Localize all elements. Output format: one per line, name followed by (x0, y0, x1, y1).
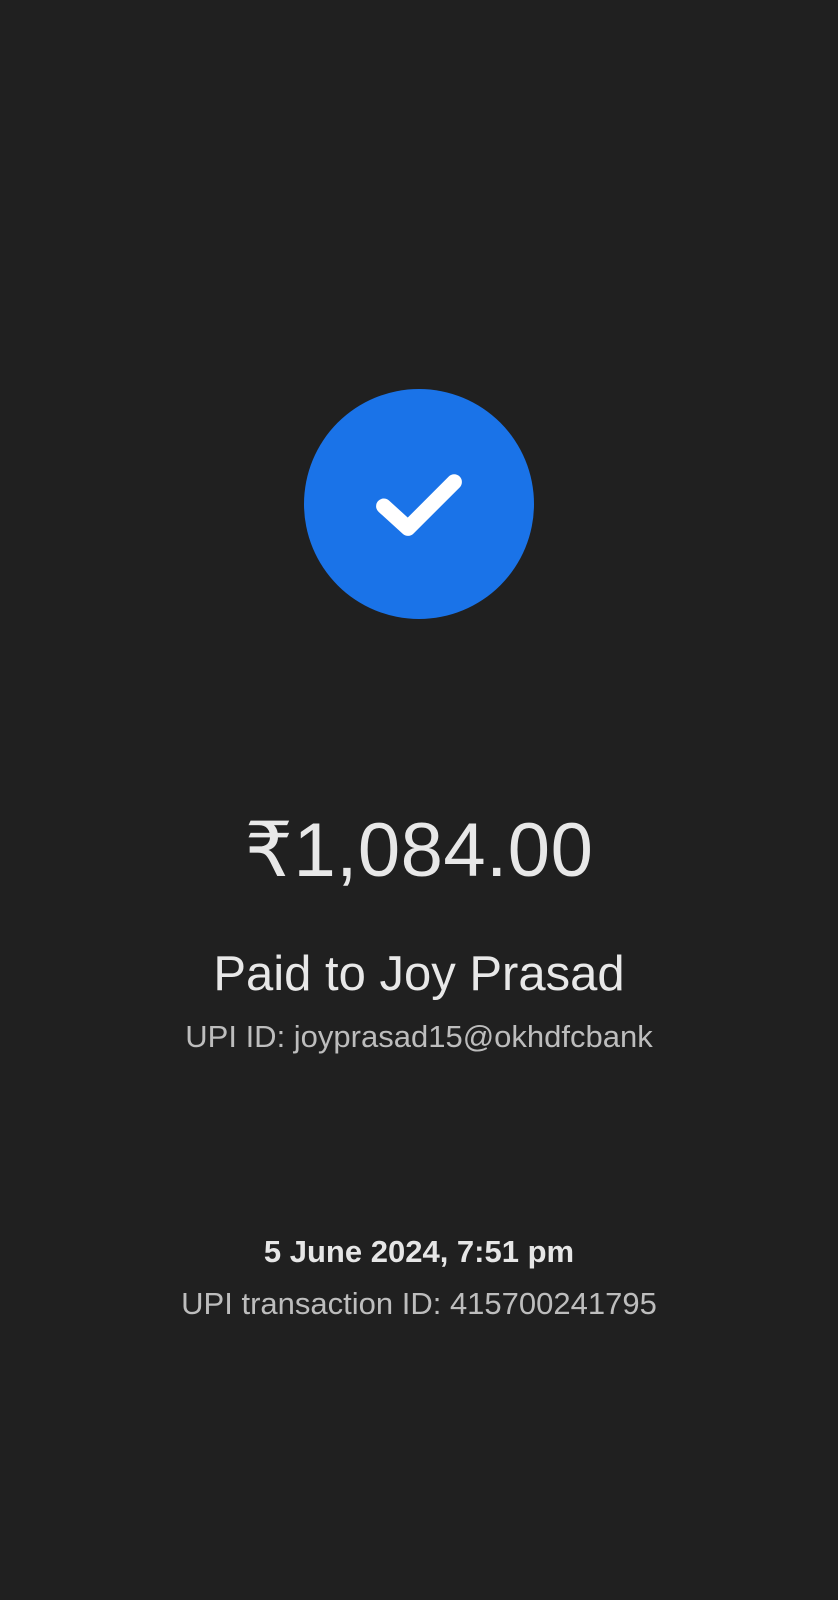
upi-transaction-id: UPI transaction ID: 415700241795 (181, 1286, 657, 1321)
payee-upi-id: UPI ID: joyprasad15@okhdfcbank (185, 1019, 653, 1054)
payment-amount: ₹1,084.00 (244, 808, 594, 893)
payment-success-screen: ₹1,084.00 Paid to Joy Prasad UPI ID: joy… (0, 0, 838, 1600)
payee-name: Paid to Joy Prasad (213, 947, 625, 1001)
transaction-datetime: 5 June 2024, 7:51 pm (263, 1234, 575, 1269)
checkmark-icon (376, 474, 462, 536)
success-check-icon (304, 389, 534, 619)
